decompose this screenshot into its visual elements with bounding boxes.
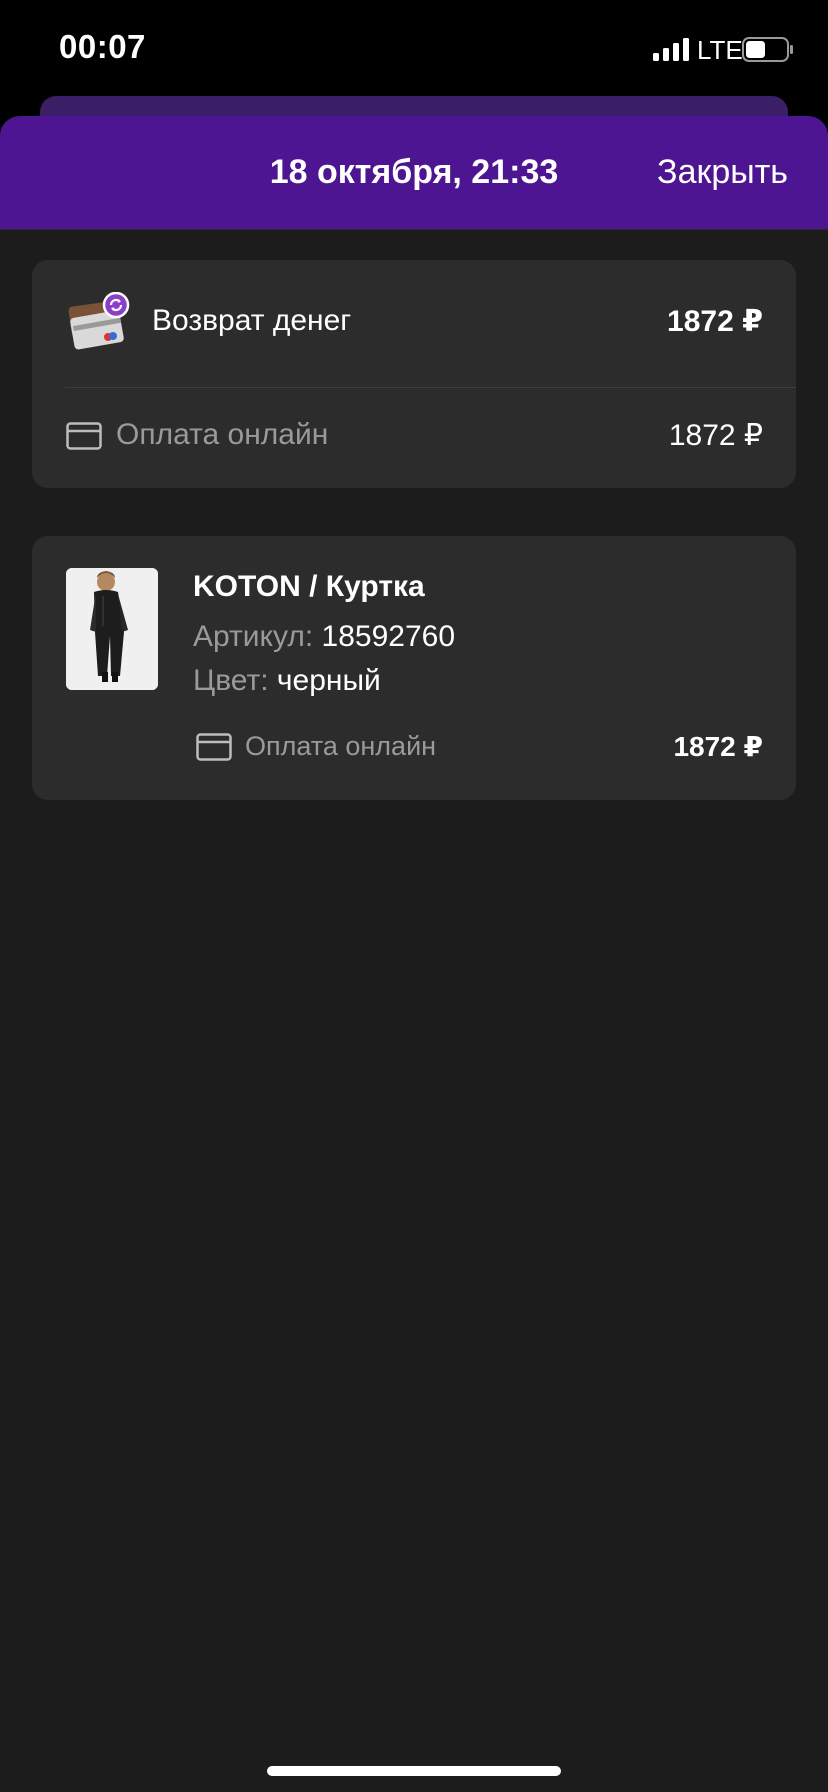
- product-title: KOTON / Куртка: [193, 570, 425, 603]
- close-button[interactable]: Закрыть: [657, 153, 788, 192]
- status-bar: 00:07 LTE: [0, 0, 828, 100]
- payment-amount: 1872 ₽: [668, 419, 763, 452]
- article-label: Артикул:: [193, 620, 314, 653]
- network-type: LTE: [697, 35, 743, 65]
- refund-row: Возврат денег 1872 ₽: [32, 260, 796, 387]
- refund-card: Возврат денег 1872 ₽ Оплата онлайн 1872 …: [32, 260, 796, 488]
- status-time: 00:07: [59, 28, 146, 65]
- credit-card-icon: [66, 422, 102, 450]
- article-value: 18592760: [321, 620, 456, 653]
- payment-method-row: Оплата онлайн 1872 ₽: [32, 388, 796, 488]
- refund-amount: 1872 ₽: [667, 305, 763, 338]
- cellular-signal-icon: [653, 38, 689, 61]
- battery-icon: [742, 37, 793, 62]
- product-card[interactable]: KOTON / Куртка Артикул: 18592760 Цвет: ч…: [32, 536, 796, 800]
- color-label: Цвет:: [193, 664, 269, 697]
- payment-method-label: Оплата онлайн: [116, 418, 329, 451]
- sheet-header: 18 октября, 21:33 Закрыть: [0, 116, 828, 230]
- article-line: Артикул: 18592760: [193, 620, 455, 654]
- order-details-sheet: 18 октября, 21:33 Закрыть Возврат денег …: [0, 116, 828, 1792]
- refund-card-icon: [68, 292, 130, 350]
- product-image[interactable]: [66, 568, 158, 690]
- credit-card-icon: [196, 733, 232, 761]
- item-payment-method-label: Оплата онлайн: [245, 731, 437, 761]
- color-line: Цвет: черный: [193, 664, 381, 698]
- color-value: черный: [276, 664, 381, 697]
- refund-label: Возврат денег: [152, 304, 352, 337]
- home-indicator[interactable]: [267, 1766, 561, 1776]
- item-payment-amount: 1872 ₽: [673, 731, 763, 762]
